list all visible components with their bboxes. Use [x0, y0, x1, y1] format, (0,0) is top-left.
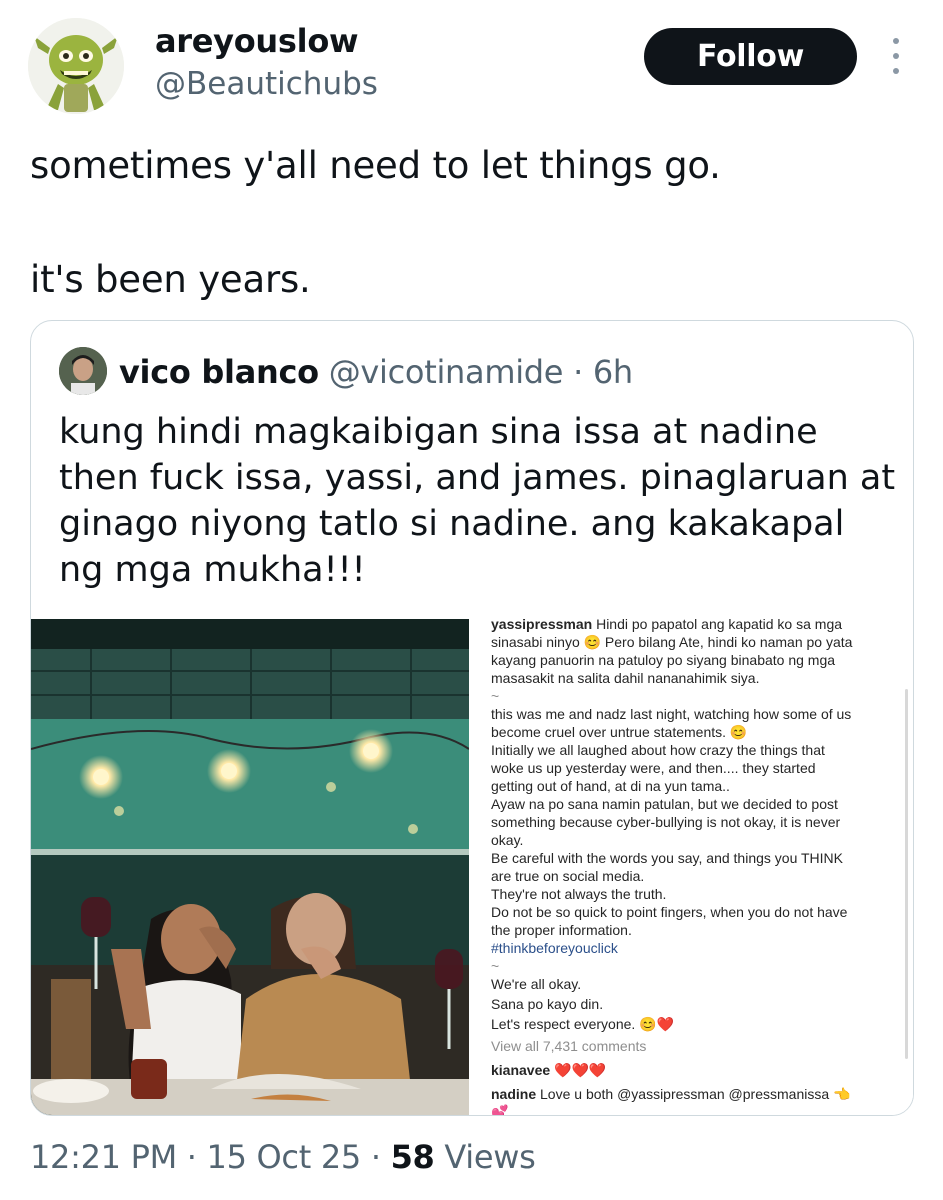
quoted-avatar-image — [59, 347, 107, 395]
body-tilde: ~ — [491, 958, 500, 974]
comment-line: nadine Love u both @yassipressman @press… — [491, 1085, 850, 1103]
quoted-time[interactable]: 6h — [593, 353, 633, 391]
view-comments-link: View all 7,431 comments — [491, 1038, 647, 1054]
separator-dot: · — [573, 353, 583, 391]
comment-text: Love u both @yassipressman @pressmanissa — [540, 1086, 830, 1102]
comment-username: kianavee — [491, 1062, 551, 1078]
comment-line: kianavee ❤️❤️❤️ — [491, 1061, 606, 1079]
tweet-date[interactable]: 15 Oct 25 — [207, 1138, 362, 1176]
photo-two-women-laughing — [31, 619, 469, 1115]
more-options-icon[interactable] — [884, 38, 908, 74]
more-dot — [893, 53, 899, 59]
body-line: They're not always the truth. — [491, 886, 667, 902]
separator-dot: · — [186, 1138, 197, 1176]
body-line: the proper information. — [491, 922, 632, 938]
quoted-display-name[interactable]: vico blanco — [119, 353, 319, 391]
hashtag: #thinkbeforeyouclick — [491, 940, 618, 956]
scrollbar — [905, 689, 908, 1059]
caption-line: yassipressman Hindi po papatol ang kapat… — [491, 619, 842, 633]
closing-line: Sana po kayo din. — [491, 996, 604, 1012]
more-dot — [893, 68, 899, 74]
quoted-author-avatar[interactable] — [59, 347, 107, 395]
quoted-tweet-card[interactable]: vico blanco @vicotinamide · 6h kung hind… — [30, 320, 914, 1116]
separator-dot: · — [370, 1138, 381, 1176]
views-count[interactable]: 58 — [391, 1138, 435, 1176]
body-line: this was me and nadz last night, watchin… — [491, 706, 852, 722]
body-line: something because cyber-bullying is not … — [491, 814, 841, 830]
more-dot — [893, 38, 899, 44]
author-handle[interactable]: @Beautichubs — [155, 66, 378, 102]
tweet-text-line: it's been years. — [30, 258, 311, 301]
comment-text: ❤️❤️❤️ — [554, 1062, 607, 1078]
caption-text: Hindi po papatol ang kapatid ko sa mga — [596, 619, 843, 632]
pointing-emoji: 👈 — [833, 1086, 851, 1102]
tweet-text-line: sometimes y'all need to let things go. — [30, 144, 721, 187]
tweet-time[interactable]: 12:21 PM — [30, 1138, 177, 1176]
quoted-tweet-text: kung hindi magkaibigan sina issa at nadi… — [59, 412, 896, 590]
body-line: Initially we all laughed about how crazy… — [491, 742, 825, 758]
follow-button[interactable]: Follow — [644, 28, 857, 85]
caption-username: yassipressman — [491, 619, 593, 632]
body-line: woke us up yesterday were, and then.... … — [491, 760, 816, 776]
quoted-header: vico blanco @vicotinamide · 6h — [119, 353, 633, 391]
comment-emoji: 💕 — [491, 1104, 509, 1116]
body-line: are true on social media. — [491, 868, 645, 884]
views-label[interactable]: Views — [444, 1138, 535, 1176]
body-line: Ayaw na po sana namin patulan, but we de… — [491, 796, 838, 812]
caption-line: sinasabi ninyo 😊 Pero bilang Ate, hindi … — [491, 634, 853, 650]
body-line: Be careful with the words you say, and t… — [491, 850, 843, 866]
caption-tilde: ~ — [491, 688, 500, 704]
caption-line: kayang panuorin na patuloy po siyang bin… — [491, 652, 836, 668]
body-line: okay. — [491, 832, 524, 848]
shrek-avatar-image — [28, 18, 124, 114]
quoted-media[interactable]: yassipressman Hindi po papatol ang kapat… — [31, 619, 913, 1116]
body-line: become cruel over untrue statements. 😊 — [491, 724, 748, 740]
author-avatar[interactable] — [28, 18, 124, 114]
quoted-handle[interactable]: @vicotinamide — [329, 353, 564, 391]
closing-line: We're all okay. — [491, 976, 582, 992]
author-display-name[interactable]: areyouslow — [155, 22, 359, 60]
media-photo[interactable] — [31, 619, 469, 1115]
comment-username: nadine — [491, 1086, 537, 1102]
closing-line: Let's respect everyone. 😊❤️ — [491, 1016, 675, 1032]
instagram-screenshot: yassipressman Hindi po papatol ang kapat… — [469, 619, 913, 1116]
tweet-meta: 12:21 PM · 15 Oct 25 · 58 Views — [30, 1138, 536, 1176]
body-line: getting out of hand, at di na yun tama.. — [491, 778, 730, 794]
caption-line: masasakit na salita dahil nananahimik si… — [491, 670, 760, 686]
body-line: Do not be so quick to point fingers, whe… — [491, 904, 848, 920]
